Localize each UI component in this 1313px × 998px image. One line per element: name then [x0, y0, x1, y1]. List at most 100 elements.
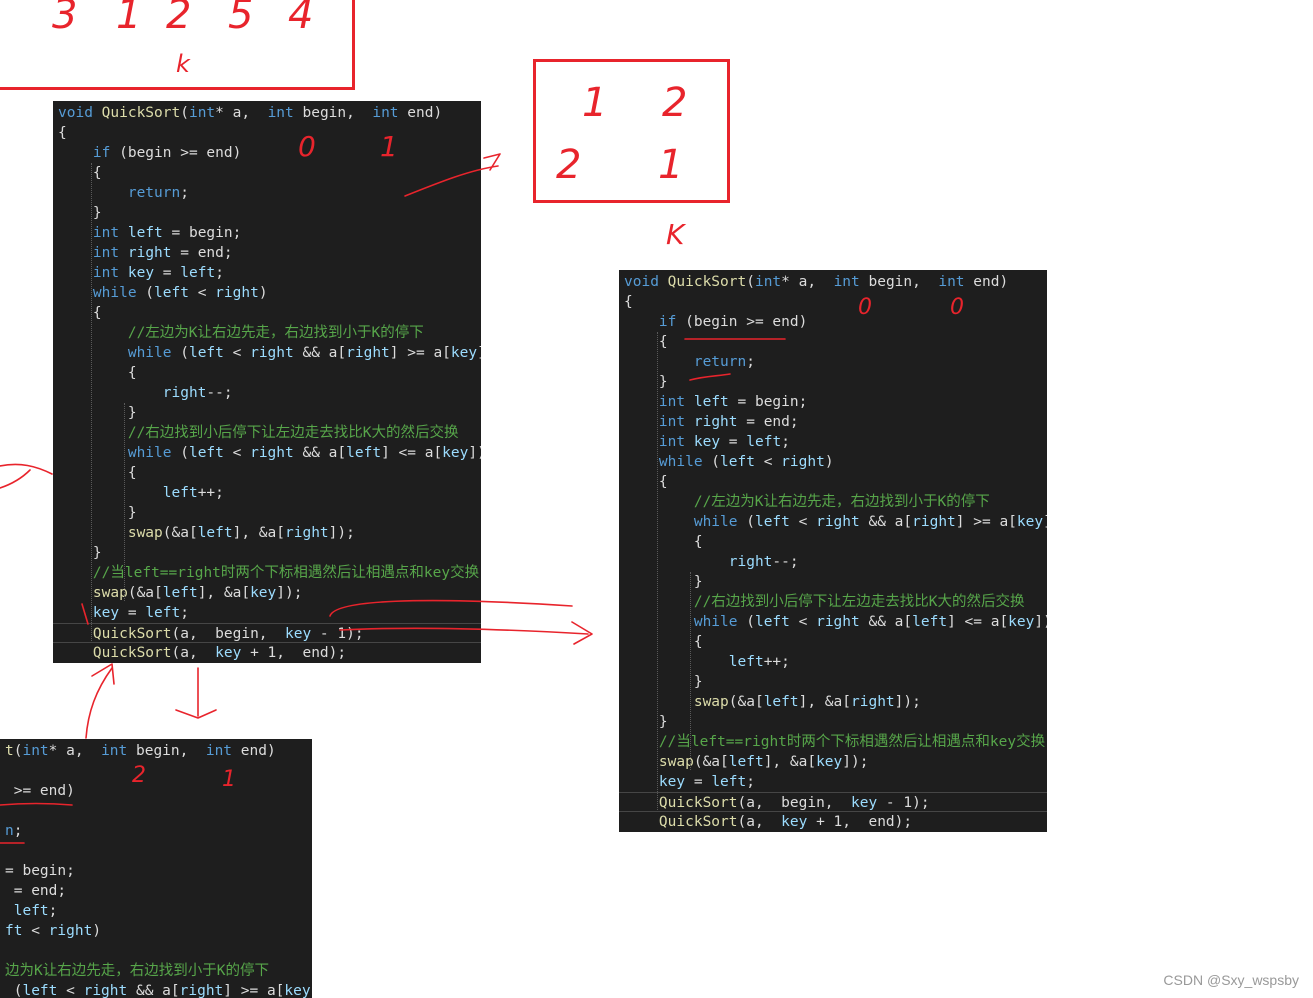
code-token: key: [285, 626, 312, 642]
code-token: key: [250, 585, 277, 601]
code-token: int: [92, 265, 120, 281]
code-token: (begin >= end): [676, 314, 808, 330]
code-token: {: [624, 334, 668, 350]
code-line: t(int* a, int begin, int end): [0, 741, 312, 761]
code-token: ): [92, 923, 102, 939]
code-token: QuickSort: [101, 105, 181, 121]
code-token: ]): [1034, 614, 1047, 630]
code-token: left: [180, 265, 216, 281]
code-token: key: [1016, 514, 1044, 530]
code-token: key: [450, 345, 478, 361]
code-line: swap(&a[left], &a[right]);: [619, 692, 1047, 712]
code-token: key: [284, 983, 311, 998]
code-token: {: [624, 474, 668, 490]
code-line: while (left < right): [619, 452, 1047, 472]
code-token: left: [763, 694, 799, 710]
code-token: right: [781, 454, 825, 470]
annotation-box-top-left: [0, 0, 355, 90]
code-line: (left < right && a[right] >= a[key]): [0, 981, 312, 998]
code-token: key: [442, 445, 469, 461]
code-token: int: [658, 434, 686, 450]
code-token: left: [754, 514, 790, 530]
code-token: QuickSort: [92, 645, 172, 661]
code-token: left: [13, 903, 49, 919]
code-token: //右边找到小后停下让左边走去找比K大的然后交换: [693, 594, 1025, 610]
code-token: while: [693, 614, 738, 630]
code-token: int: [938, 274, 965, 290]
code-line: {: [619, 632, 1047, 652]
code-token: t: [5, 743, 14, 759]
code-token: = begin;: [162, 225, 242, 241]
code-token: ft: [5, 923, 23, 939]
code-token: left: [162, 485, 198, 501]
code-line: while (left < right && a[left] <= a[key]…: [53, 443, 481, 463]
code-token: end): [232, 743, 276, 759]
code-token: ]);: [894, 694, 921, 710]
code-token: ]): [1043, 514, 1047, 530]
code-token: && a[: [859, 614, 913, 630]
code-token: key: [658, 774, 686, 790]
code-token: key: [781, 814, 808, 830]
code-token: ]);: [842, 754, 869, 770]
code-token: while: [658, 454, 703, 470]
code-line: n;: [0, 821, 312, 841]
code-token: begin,: [293, 105, 373, 121]
code-token: right: [346, 345, 390, 361]
code-token: right: [285, 525, 329, 541]
code-line: >= end): [0, 781, 312, 801]
code-token: left: [162, 585, 198, 601]
code-token: right: [816, 514, 860, 530]
code-token: ;: [746, 774, 755, 790]
code-token: (: [171, 345, 189, 361]
code-token: (a, begin,: [171, 626, 285, 642]
code-token: (a,: [171, 645, 216, 661]
code-token: = end;: [737, 414, 799, 430]
code-token: {: [624, 534, 703, 550]
code-token: (a,: [737, 814, 782, 830]
code-line: }: [53, 403, 481, 423]
code-line: QuickSort(a, begin, key - 1);: [53, 623, 481, 643]
indent-guide: [91, 163, 92, 641]
code-line: //当left==right时两个下标相遇然后让相遇点和key交换: [53, 563, 481, 583]
code-line: swap(&a[left], &a[right]);: [53, 523, 481, 543]
code-token: ]);: [276, 585, 303, 601]
code-panel-left: void QuickSort(int* a, int begin, int en…: [53, 101, 481, 663]
code-token: (&a[: [728, 694, 764, 710]
code-token: ], &a[: [798, 694, 851, 710]
code-line: }: [619, 572, 1047, 592]
code-token: ++;: [197, 485, 224, 501]
code-token: left: [754, 614, 790, 630]
code-token: ): [258, 285, 268, 301]
code-token: //当left==right时两个下标相遇然后让相遇点和key交换: [658, 734, 1046, 750]
code-token: int: [372, 105, 399, 121]
code-token: =: [685, 774, 712, 790]
code-token: left: [188, 345, 224, 361]
code-line: }: [53, 543, 481, 563]
code-line: void QuickSort(int* a, int begin, int en…: [53, 103, 481, 123]
code-token: = end;: [5, 883, 67, 899]
code-token: //右边找到小后停下让左边走去找比K大的然后交换: [127, 425, 459, 441]
code-token: {: [58, 165, 102, 181]
code-token: (&a[: [162, 525, 198, 541]
code-line: int key = left;: [619, 432, 1047, 452]
code-token: right: [162, 385, 207, 401]
code-line: //右边找到小后停下让左边走去找比K大的然后交换: [53, 423, 481, 443]
code-token: left: [22, 983, 58, 998]
code-token: ;: [13, 823, 23, 839]
code-token: ], &a[: [197, 585, 251, 601]
code-token: right: [250, 445, 294, 461]
code-token: ]): [468, 445, 481, 461]
